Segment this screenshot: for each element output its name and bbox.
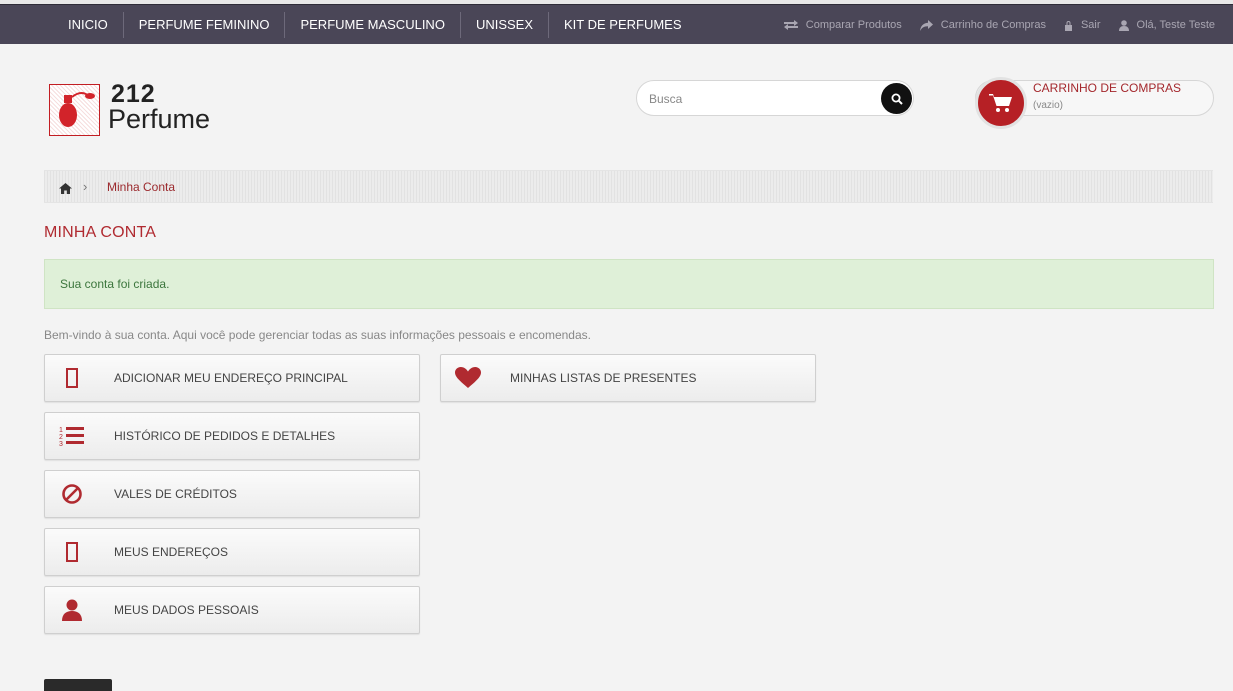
building-icon <box>58 540 86 564</box>
svg-text:2: 2 <box>59 434 63 441</box>
personal-data-button[interactable]: MEUS DADOS PESSOAIS <box>44 586 420 634</box>
compare-products-link[interactable]: Comparar Produtos <box>783 19 902 31</box>
user-greeting-label: Olá, Teste Teste <box>1136 19 1215 31</box>
svg-text:1: 1 <box>59 427 63 434</box>
building-icon <box>58 366 86 390</box>
cart-widget[interactable]: CARRINHO DE COMPRAS (vazio) <box>975 77 1214 129</box>
personal-data-label: MEUS DADOS PESSOAIS <box>114 603 259 617</box>
user-links: Comparar Produtos Carrinho de Compras Sa… <box>783 5 1215 45</box>
logo-perfume-bottle-icon <box>49 84 100 136</box>
user-icon <box>1118 19 1129 31</box>
gift-lists-label: MINHAS LISTAS DE PRESENTES <box>510 371 697 385</box>
my-addresses-label: MEUS ENDEREÇOS <box>114 545 229 559</box>
welcome-text: Bem-vindo à sua conta. Aqui você pode ge… <box>44 328 591 342</box>
search-icon <box>891 93 903 105</box>
order-history-button[interactable]: 1 2 3 HISTÓRICO DE PEDIDOS E DETALHES <box>44 412 420 460</box>
top-bar: INICIO PERFUME FEMININO PERFUME MASCULIN… <box>0 4 1233 44</box>
breadcrumb-current: Minha Conta <box>107 180 176 194</box>
search-button[interactable] <box>881 83 912 114</box>
shopping-cart-link[interactable]: Carrinho de Compras <box>919 19 1046 31</box>
add-main-address-button[interactable]: ADICIONAR MEU ENDEREÇO PRINCIPAL <box>44 354 420 402</box>
cart-title: CARRINHO DE COMPRAS <box>1033 81 1182 95</box>
nav-item-perfume-masculino[interactable]: PERFUME MASCULINO <box>285 12 461 38</box>
gift-lists-button[interactable]: MINHAS LISTAS DE PRESENTES <box>440 354 816 402</box>
logo-wordmark: Perfume <box>108 104 211 134</box>
breadcrumb: › Minha Conta <box>44 170 1213 203</box>
svg-text:3: 3 <box>59 441 63 447</box>
logout-label: Sair <box>1080 19 1101 31</box>
share-arrow-icon <box>919 19 933 31</box>
user-greeting[interactable]: Olá, Teste Teste <box>1118 19 1215 31</box>
nav-item-kit-de-perfumes[interactable]: KIT DE PERFUMES <box>549 12 697 38</box>
ordered-list-icon: 1 2 3 <box>58 424 86 448</box>
order-history-label: HISTÓRICO DE PEDIDOS E DETALHES <box>114 429 336 443</box>
cart-status: (vazio) <box>1033 100 1064 111</box>
shopping-cart-label: Carrinho de Compras <box>940 19 1046 31</box>
success-alert: Sua conta foi criada. <box>44 259 1214 309</box>
logout-link[interactable]: Sair <box>1064 19 1101 31</box>
user-icon <box>58 598 86 622</box>
shopping-cart-icon <box>989 94 1012 112</box>
nav-item-perfume-feminino[interactable]: PERFUME FEMININO <box>124 12 286 38</box>
ban-icon <box>58 482 86 506</box>
breadcrumb-separator: › <box>83 179 88 194</box>
page-title: MINHA CONTA <box>44 224 157 241</box>
nav-item-unissex[interactable]: UNISSEX <box>461 12 550 38</box>
home-icon <box>59 183 72 194</box>
compare-products-label: Comparar Produtos <box>805 19 902 31</box>
search-input[interactable] <box>649 89 869 109</box>
breadcrumb-home[interactable] <box>59 181 72 199</box>
credit-vouchers-button[interactable]: VALES DE CRÉDITOS <box>44 470 420 518</box>
compare-arrows-icon <box>783 20 798 30</box>
search-box <box>636 80 914 116</box>
heart-icon <box>454 366 482 390</box>
add-main-address-label: ADICIONAR MEU ENDEREÇO PRINCIPAL <box>114 371 348 385</box>
cart-icon-circle <box>975 77 1027 129</box>
credit-vouchers-label: VALES DE CRÉDITOS <box>114 487 237 501</box>
back-button[interactable] <box>44 679 112 691</box>
site-logo[interactable]: 212 Perfume <box>49 80 229 136</box>
main-nav: INICIO PERFUME FEMININO PERFUME MASCULIN… <box>53 5 697 45</box>
lock-icon <box>1064 20 1072 31</box>
nav-item-inicio[interactable]: INICIO <box>53 12 124 38</box>
my-addresses-button[interactable]: MEUS ENDEREÇOS <box>44 528 420 576</box>
